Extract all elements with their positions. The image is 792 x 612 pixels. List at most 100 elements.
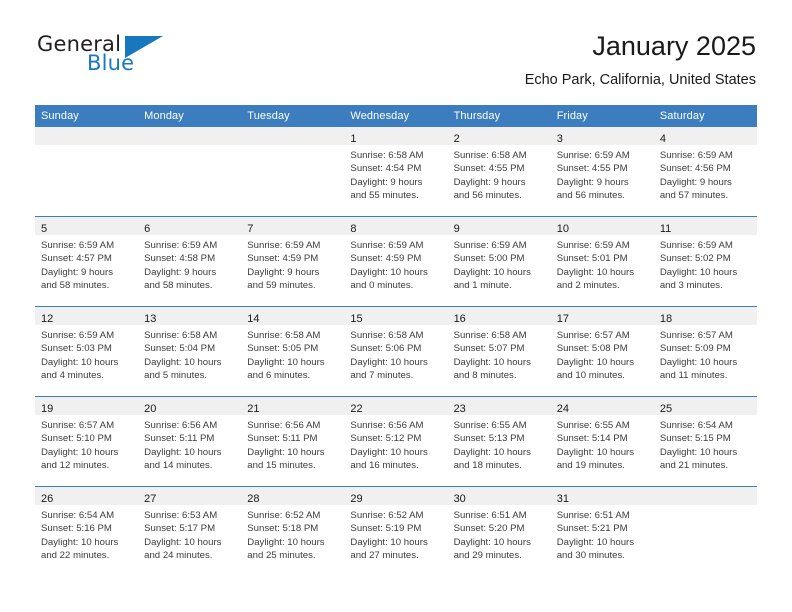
daylight-text: and 21 minutes. (659, 460, 729, 472)
calendar-day-cell[interactable]: 3 Sunrise: 6:59 AM Sunset: 4:55 PM Daylight… (550, 127, 654, 217)
calendar-day-cell[interactable]: 17 Sunrise: 6:57 AM Sunset: 5:08 PM Dayligh… (550, 306, 654, 397)
day-cell-inner: 21 Sunrise: 6:56 AM Sunset: 5:11 PM Dayligh… (241, 397, 345, 486)
calendar-day-cell[interactable]: 7 Sunrise: 6:59 AM Sunset: 4:59 PM Daylight… (241, 216, 345, 307)
date-strip: 16 (447, 307, 551, 325)
day-cell-inner: 8 Sunrise: 6:59 AM Sunset: 4:59 PM Daylight… (344, 217, 448, 306)
sunset-text: Sunset: 5:07 PM (453, 343, 525, 355)
date-strip: 10 (550, 217, 654, 235)
calendar-day-cell[interactable]: 2 Sunrise: 6:58 AM Sunset: 4:55 PM Daylight… (447, 127, 551, 217)
calendar-day-cell[interactable]: 4 Sunrise: 6:59 AM Sunset: 4:56 PM Daylight… (653, 127, 757, 217)
date-strip: 18 (653, 307, 757, 325)
calendar-day-cell[interactable]: 18 Sunrise: 6:57 AM Sunset: 5:09 PM Dayligh… (653, 306, 757, 397)
daylight-text: Daylight: 10 hours (659, 356, 738, 368)
daylight-text: Daylight: 10 hours (350, 446, 428, 458)
calendar-day-cell[interactable]: 8 Sunrise: 6:59 AM Sunset: 4:59 PM Daylight… (344, 216, 448, 307)
daylight-text: Daylight: 10 hours (556, 356, 635, 368)
sunrise-text: Sunrise: 6:58 AM (350, 150, 424, 161)
calendar-day-cell[interactable]: 6 Sunrise: 6:59 AM Sunset: 4:58 PM Daylight… (138, 216, 242, 307)
date-strip: 8 (344, 217, 448, 235)
sun-info: Sunrise: 6:57 AM Sunset: 5:08 PM Daylight:… (551, 325, 654, 383)
day-cell-inner: 27 Sunrise: 6:53 AM Sunset: 5:17 PM Dayligh… (138, 487, 242, 576)
calendar-day-cell[interactable]: 25 Sunrise: 6:54 AM Sunset: 5:15 PM Dayligh… (653, 396, 757, 487)
date-strip: 1 (344, 127, 448, 145)
calendar-day-cell[interactable]: 20 Sunrise: 6:56 AM Sunset: 5:11 PM Dayligh… (138, 396, 242, 487)
day-number: 28 (247, 493, 260, 505)
daylight-text: and 56 minutes. (453, 190, 522, 202)
calendar-day-cell[interactable]: 16 Sunrise: 6:58 AM Sunset: 5:07 PM Dayligh… (447, 306, 551, 397)
day-number: 21 (247, 403, 260, 415)
calendar-day-cell[interactable]: 14 Sunrise: 6:58 AM Sunset: 5:05 PM Dayligh… (241, 306, 345, 397)
daylight-text: Daylight: 9 hours (41, 266, 113, 278)
daylight-text: and 29 minutes. (453, 550, 522, 562)
date-strip: 22 (344, 397, 448, 415)
day-number: 14 (247, 313, 260, 325)
calendar-day-cell[interactable]: 11 Sunrise: 6:59 AM Sunset: 5:02 PM Dayligh… (653, 216, 757, 307)
calendar-day-cell[interactable]: 13 Sunrise: 6:58 AM Sunset: 5:04 PM Dayligh… (138, 306, 242, 397)
sunrise-text: Sunrise: 6:56 AM (144, 420, 218, 431)
sunset-text: Sunset: 4:54 PM (350, 163, 422, 175)
day-cell-inner: 18 Sunrise: 6:57 AM Sunset: 5:09 PM Dayligh… (653, 307, 757, 396)
calendar-day-cell[interactable]: 29 Sunrise: 6:52 AM Sunset: 5:19 PM Dayligh… (344, 486, 448, 576)
sunrise-text: Sunrise: 6:54 AM (41, 510, 115, 521)
calendar-week-row: 5 Sunrise: 6:59 AM Sunset: 4:57 PM Daylight… (35, 216, 757, 307)
calendar-day-cell[interactable]: 26 Sunrise: 6:54 AM Sunset: 5:16 PM Dayligh… (35, 486, 139, 576)
day-number: 1 (350, 133, 357, 145)
calendar-day-cell[interactable]: 10 Sunrise: 6:59 AM Sunset: 5:01 PM Dayligh… (550, 216, 654, 307)
title-block: January 2025 Echo Park, California, Unit… (525, 30, 756, 89)
weekday-header-wednesday: Wednesday (344, 105, 448, 127)
calendar-day-cell[interactable]: 15 Sunrise: 6:58 AM Sunset: 5:06 PM Dayligh… (344, 306, 448, 397)
calendar-day-cell[interactable]: 24 Sunrise: 6:55 AM Sunset: 5:14 PM Dayligh… (550, 396, 654, 487)
sunrise-text: Sunrise: 6:57 AM (659, 330, 733, 341)
calendar-day-cell[interactable]: 31 Sunrise: 6:51 AM Sunset: 5:21 PM Dayligh… (550, 486, 654, 576)
day-cell-inner: 14 Sunrise: 6:58 AM Sunset: 5:05 PM Dayligh… (241, 307, 345, 396)
date-strip (653, 487, 757, 505)
sunrise-text: Sunrise: 6:59 AM (556, 150, 630, 161)
day-number: 2 (453, 133, 460, 145)
daylight-text: and 14 minutes. (144, 460, 213, 472)
day-number: 12 (41, 313, 54, 325)
day-cell-inner: 13 Sunrise: 6:58 AM Sunset: 5:04 PM Dayligh… (138, 307, 242, 396)
sun-info: Sunrise: 6:51 AM Sunset: 5:20 PM Daylight:… (448, 505, 551, 563)
calendar-day-cell[interactable]: 21 Sunrise: 6:56 AM Sunset: 5:11 PM Dayligh… (241, 396, 345, 487)
calendar-day-cell[interactable]: 22 Sunrise: 6:56 AM Sunset: 5:12 PM Dayligh… (344, 396, 448, 487)
sunset-text: Sunset: 5:05 PM (247, 343, 319, 355)
sunset-text: Sunset: 5:17 PM (144, 523, 216, 535)
generalblue-logo[interactable]: General Blue (37, 34, 237, 84)
calendar-day-cell[interactable]: 19 Sunrise: 6:57 AM Sunset: 5:10 PM Dayligh… (35, 396, 139, 487)
day-cell-inner: 3 Sunrise: 6:59 AM Sunset: 4:55 PM Daylight… (550, 127, 654, 216)
day-number: 11 (659, 223, 672, 235)
daylight-text: and 30 minutes. (556, 550, 625, 562)
weekday-header-thursday: Thursday (447, 105, 551, 127)
day-cell-inner: 6 Sunrise: 6:59 AM Sunset: 4:58 PM Daylight… (138, 217, 242, 306)
calendar-day-cell[interactable]: 27 Sunrise: 6:53 AM Sunset: 5:17 PM Dayligh… (138, 486, 242, 576)
calendar-day-cell[interactable]: 1 Sunrise: 6:58 AM Sunset: 4:54 PM Daylight… (344, 127, 448, 217)
sunrise-text: Sunrise: 6:59 AM (556, 240, 630, 251)
calendar-day-cell[interactable]: 12 Sunrise: 6:59 AM Sunset: 5:03 PM Dayligh… (35, 306, 139, 397)
calendar-day-cell[interactable]: 28 Sunrise: 6:52 AM Sunset: 5:18 PM Dayligh… (241, 486, 345, 576)
sunset-text: Sunset: 5:14 PM (556, 433, 628, 445)
calendar-day-cell[interactable]: 23 Sunrise: 6:55 AM Sunset: 5:13 PM Dayligh… (447, 396, 551, 487)
sunrise-text: Sunrise: 6:57 AM (41, 420, 115, 431)
day-cell-inner: 26 Sunrise: 6:54 AM Sunset: 5:16 PM Dayligh… (35, 487, 139, 576)
date-strip: 14 (241, 307, 345, 325)
sunset-text: Sunset: 5:19 PM (350, 523, 422, 535)
daylight-text: and 5 minutes. (144, 370, 208, 382)
daylight-text: and 15 minutes. (247, 460, 316, 472)
day-cell-inner (138, 127, 242, 216)
daylight-text: and 18 minutes. (453, 460, 522, 472)
day-cell-inner: 31 Sunrise: 6:51 AM Sunset: 5:21 PM Dayligh… (550, 487, 654, 576)
day-number: 6 (144, 223, 151, 235)
calendar-day-cell[interactable]: 9 Sunrise: 6:59 AM Sunset: 5:00 PM Daylight… (447, 216, 551, 307)
calendar-day-cell[interactable]: 5 Sunrise: 6:59 AM Sunset: 4:57 PM Daylight… (35, 216, 139, 307)
day-number: 30 (453, 493, 466, 505)
sun-info: Sunrise: 6:59 AM Sunset: 4:57 PM Daylight:… (35, 235, 138, 293)
date-strip: 3 (550, 127, 654, 145)
day-number: 29 (350, 493, 363, 505)
sunrise-text: Sunrise: 6:58 AM (247, 330, 321, 341)
calendar-day-cell[interactable]: 30 Sunrise: 6:51 AM Sunset: 5:20 PM Dayligh… (447, 486, 551, 576)
sun-info: Sunrise: 6:55 AM Sunset: 5:13 PM Daylight:… (448, 415, 551, 473)
day-cell-inner: 2 Sunrise: 6:58 AM Sunset: 4:55 PM Daylight… (447, 127, 551, 216)
daylight-text: and 0 minutes. (350, 280, 414, 292)
sun-info: Sunrise: 6:57 AM Sunset: 5:09 PM Daylight:… (654, 325, 757, 383)
sunset-text: Sunset: 5:10 PM (41, 433, 112, 445)
